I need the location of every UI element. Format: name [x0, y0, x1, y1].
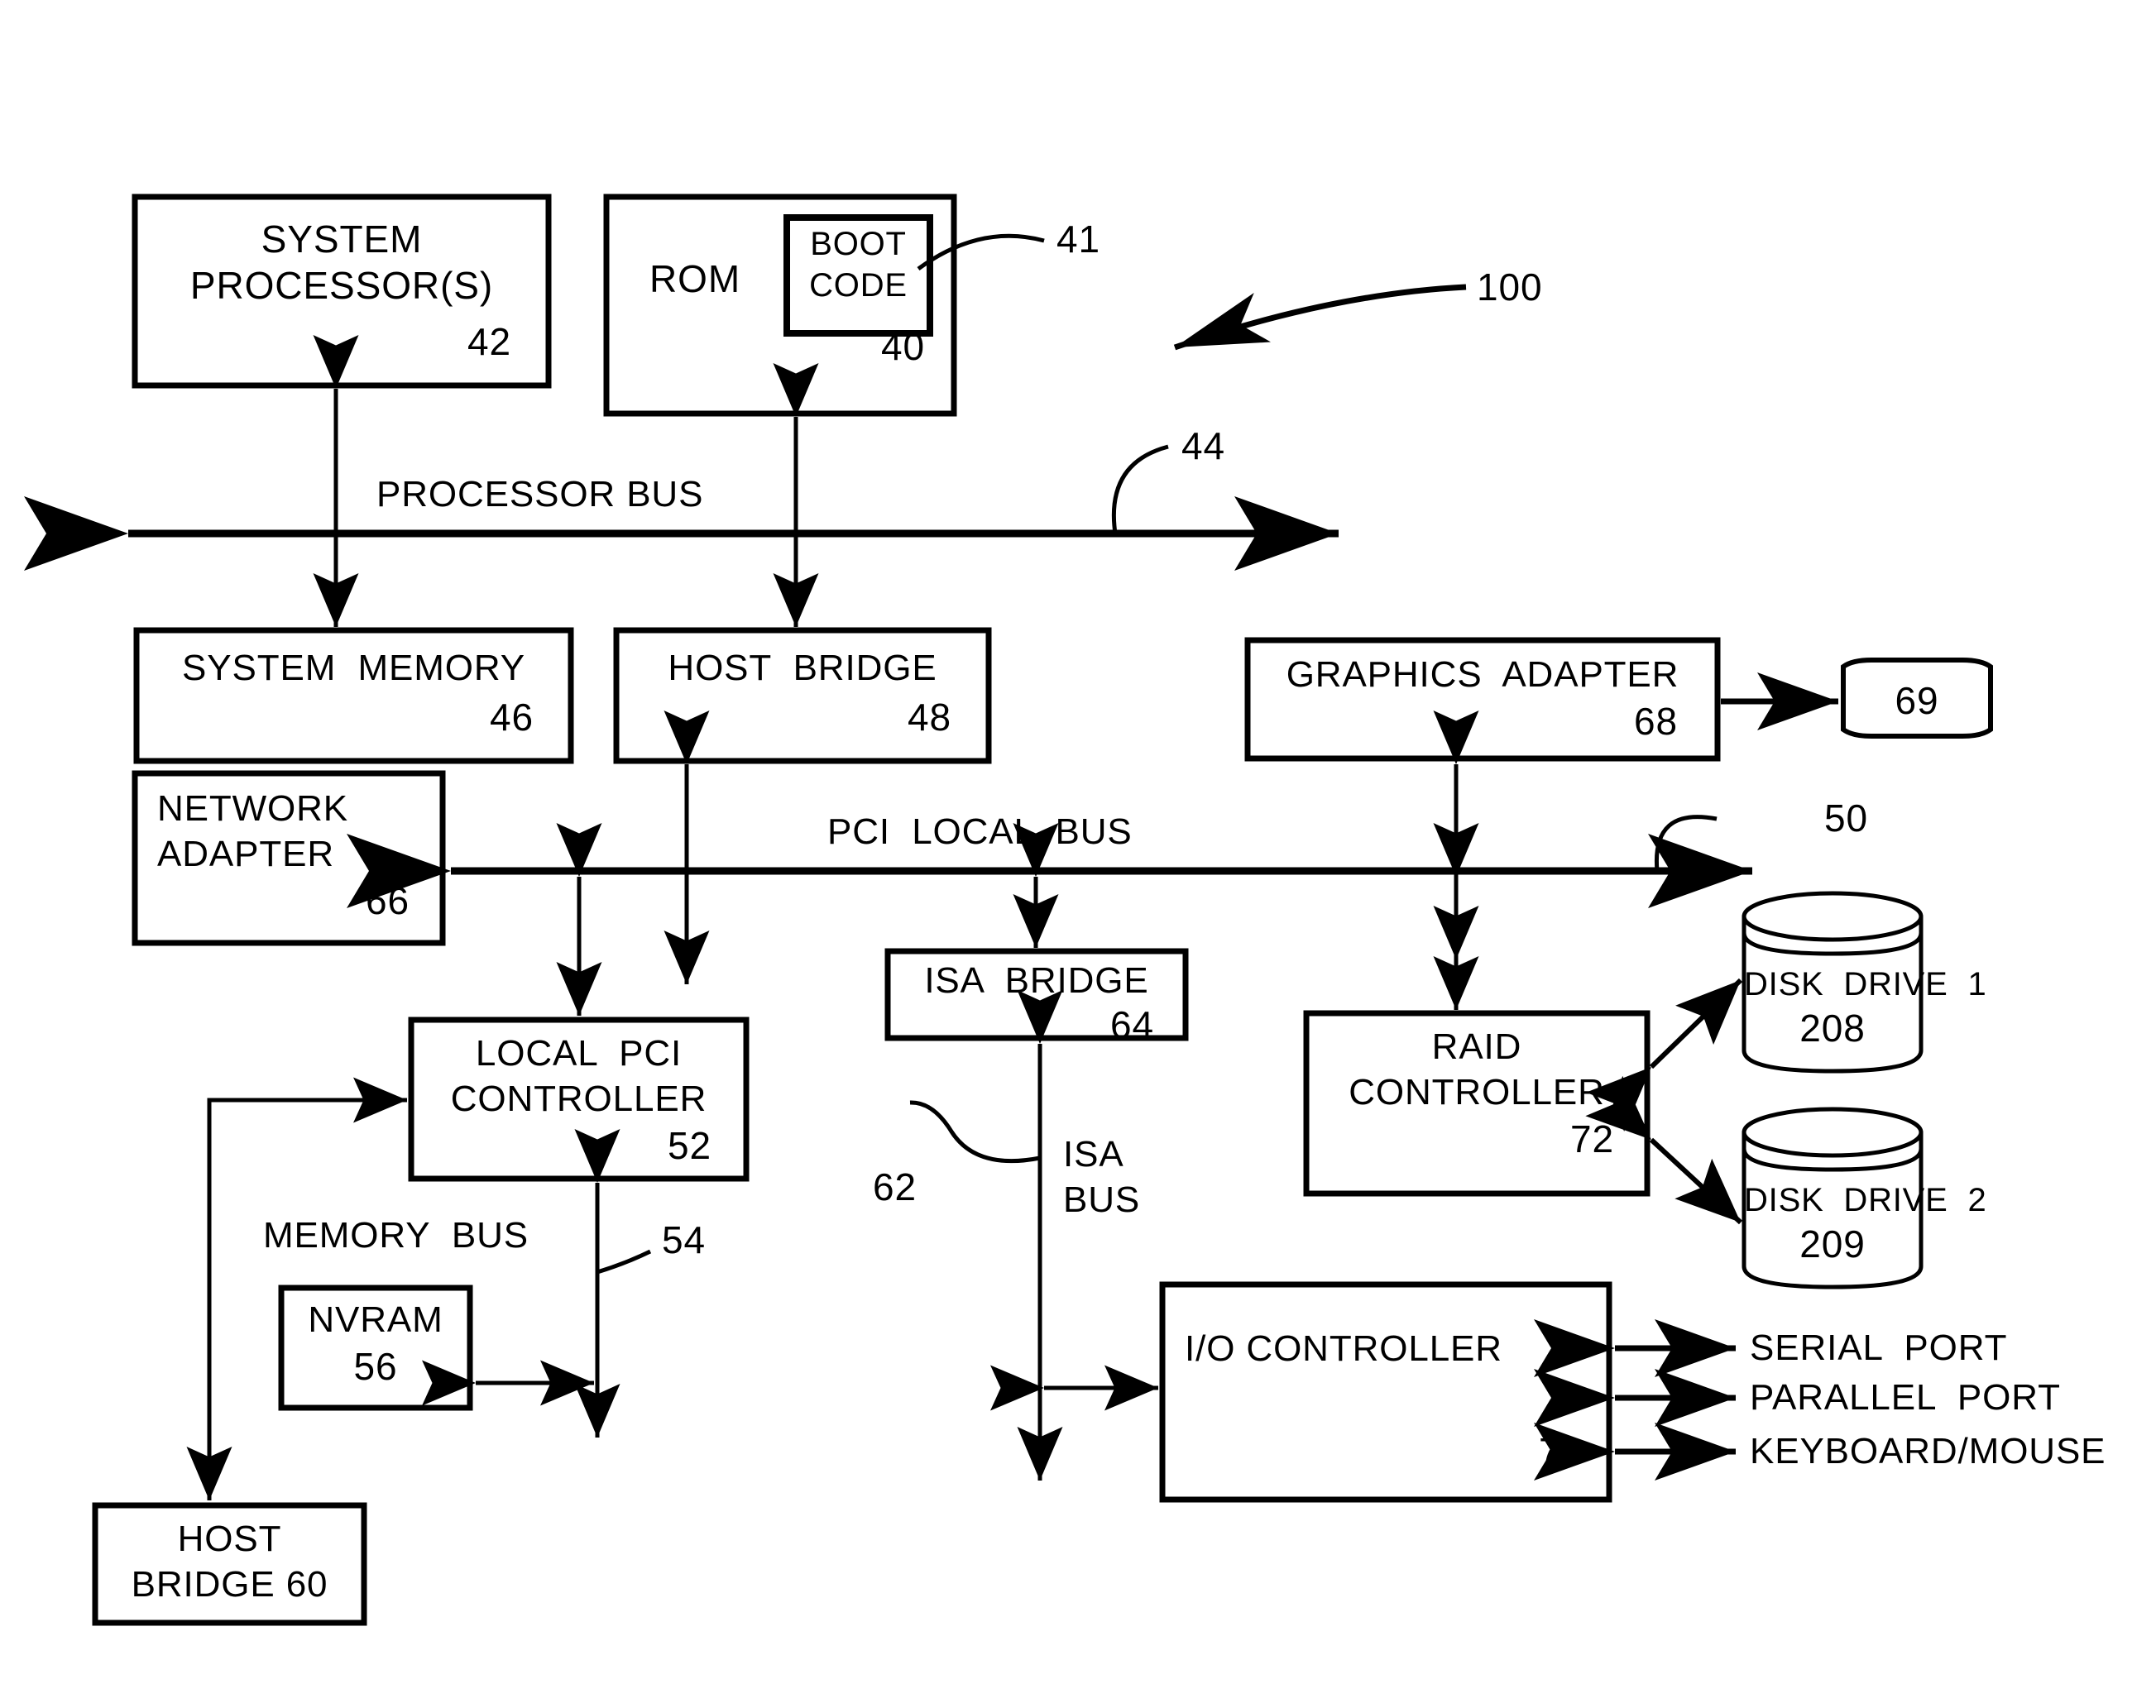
block-disk-drive-2: [1742, 1107, 1924, 1289]
block-graphics-adapter: [1244, 637, 1721, 762]
leader-memory-bus-54: [596, 1249, 652, 1275]
block-system-processor: [132, 194, 552, 389]
block-disk-drive-1: [1742, 891, 1924, 1074]
block-host-bridge-60: [92, 1502, 367, 1626]
block-rom: [603, 194, 957, 417]
leader-processor-bus-44: [1111, 444, 1169, 534]
leader-boot-code-41: [917, 233, 1045, 271]
block-isa-bridge: [884, 948, 1189, 1041]
block-io-controller: [1159, 1281, 1612, 1503]
block-nvram: [278, 1285, 473, 1411]
connector-raid-to-disk1: [1586, 978, 1743, 1132]
block-system-memory: [133, 627, 574, 764]
block-local-pci-controller: [408, 1017, 750, 1182]
block-raid-controller: [1303, 1010, 1651, 1197]
block-display: [1841, 658, 1993, 739]
block-boot-code: [783, 214, 933, 337]
leader-pci-bus-50: [1654, 815, 1718, 872]
leader-figure-100: [1173, 284, 1467, 351]
leader-isa-bus-62: [909, 1100, 1041, 1164]
patent-figure-diagram: SYSTEM PROCESSOR(S) 42 ROM 40 BOOT CODE …: [0, 0, 2156, 1708]
block-host-bridge-48: [613, 627, 992, 764]
connector-raid-to-disk2: [1585, 1075, 1743, 1225]
diagram-canvas: [24, 194, 1993, 1626]
connector-hostbridge60-to-localpci: [207, 1098, 407, 1499]
block-network-adapter: [132, 770, 446, 946]
